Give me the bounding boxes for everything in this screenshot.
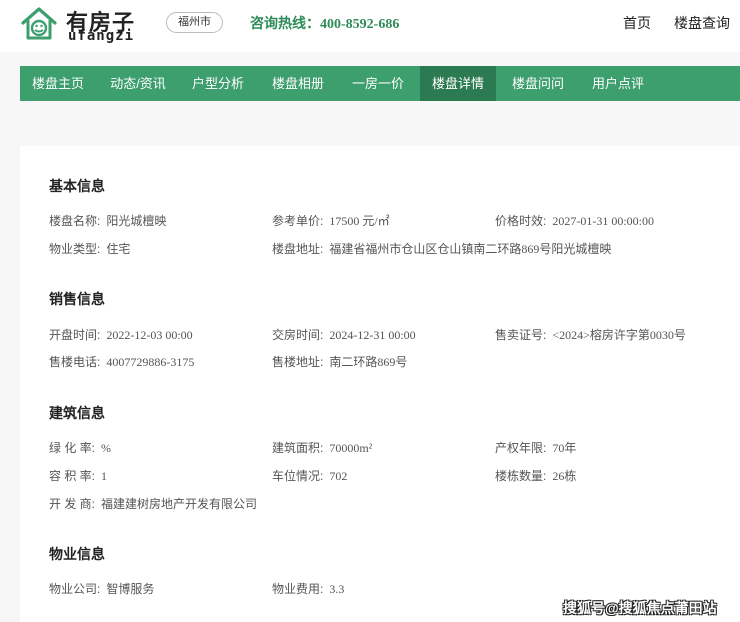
section-title-sales: 销售信息 [49, 291, 105, 307]
tab-photo-album[interactable]: 楼盘相册 [260, 66, 336, 101]
tab-property-details[interactable]: 楼盘详情 [420, 66, 496, 101]
field-property-type: 物业类型: 住宅 [49, 242, 131, 256]
field-property-address: 楼盘地址: 福建省福州市仓山区仓山镇南二环路869号阳光城檀映 [272, 242, 612, 256]
watermark: 搜狐号@搜狐焦点莆田站 [563, 600, 717, 616]
section-title-property-mgmt: 物业信息 [49, 546, 105, 562]
field-price-validity: 价格时效: 2027-01-31 00:00:00 [495, 214, 655, 228]
top-header: 有房子 ufangzi 福州市 咨询热线：400-8592-686 首页 楼盘查… [0, 0, 740, 52]
field-handover-time: 交房时间: 2024-12-31 00:00 [272, 328, 416, 342]
tab-unit-prices[interactable]: 一房一价 [340, 66, 416, 101]
field-property-name: 楼盘名称: 阳光城檀映 [49, 214, 167, 228]
field-parking: 车位情况: 702 [272, 469, 348, 483]
field-building-count: 楼栋数量: 26栋 [495, 469, 577, 483]
field-mgmt-fee: 物业费用: 3.3 [272, 582, 345, 596]
field-sales-phone: 售楼电话: 4007729886-3175 [49, 355, 195, 369]
site-logo[interactable]: 有房子 ufangzi [20, 3, 140, 47]
property-nav-bar: 楼盘主页 动态/资讯 户型分析 楼盘相册 一房一价 楼盘详情 楼盘问问 用户点评 [20, 66, 740, 101]
hotline-label: 咨询热线： [250, 15, 320, 31]
property-details-card: 基本信息 楼盘名称: 阳光城檀映 参考单价: 17500 元/㎡ 价格时效: 2027… [20, 146, 740, 622]
tab-qa[interactable]: 楼盘问问 [500, 66, 576, 101]
logo-name-en: ufangzi [68, 28, 135, 44]
tab-user-reviews[interactable]: 用户点评 [580, 66, 656, 101]
hotline: 咨询热线：400-8592-686 [250, 13, 399, 33]
tab-floor-plans[interactable]: 户型分析 [180, 66, 256, 101]
hotline-number: 400-8592-686 [320, 17, 400, 32]
field-unit-price: 参考单价: 17500 元/㎡ [272, 214, 390, 228]
field-sale-license: 售卖证号: <2024>榕房许字第0030号 [495, 328, 686, 342]
field-plot-ratio: 容 积 率: 1 [49, 469, 108, 483]
property-search-link[interactable]: 楼盘查询 [674, 13, 730, 33]
field-mgmt-company: 物业公司: 智博服务 [49, 582, 155, 596]
field-developer: 开 发 商: 福建建树房地产开发有限公司 [49, 497, 258, 511]
home-link[interactable]: 首页 [623, 13, 651, 33]
city-selector[interactable]: 福州市 [166, 12, 223, 33]
field-sales-address: 售楼地址: 南二环路869号 [272, 355, 408, 369]
field-opening-time: 开盘时间: 2022-12-03 00:00 [49, 328, 193, 342]
tab-news[interactable]: 动态/资讯 [100, 66, 176, 101]
section-title-building: 建筑信息 [49, 405, 105, 421]
field-floor-area: 建筑面积: 70000m² [272, 441, 373, 455]
house-logo-icon [21, 7, 57, 40]
tab-property-home[interactable]: 楼盘主页 [20, 66, 96, 101]
section-title-basic: 基本信息 [49, 178, 105, 194]
field-tenure: 产权年限: 70年 [495, 441, 577, 455]
field-green-ratio: 绿 化 率:% [49, 441, 112, 455]
